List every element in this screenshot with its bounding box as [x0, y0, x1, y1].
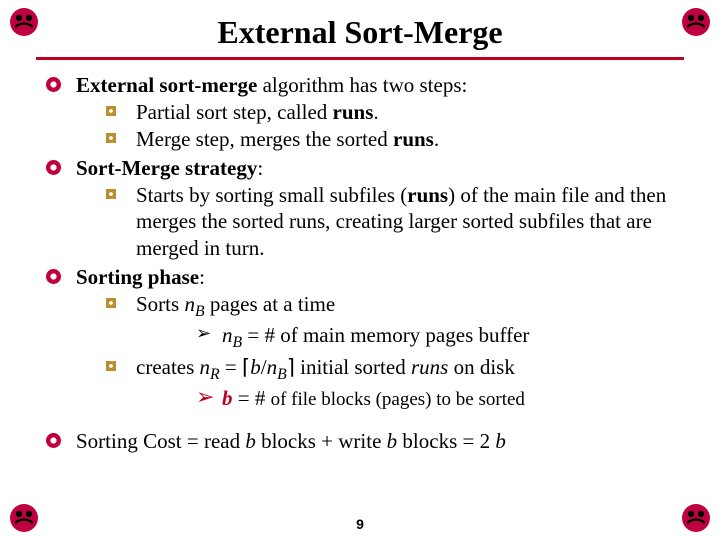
text: :: [199, 265, 205, 289]
decorative-corner-tr: [680, 6, 712, 38]
text: Merge step, merges the sorted: [136, 127, 393, 151]
ceil-left: ⌈: [242, 355, 250, 379]
subbullet-merge-step: Merge step, merges the sorted runs.: [106, 126, 680, 153]
text: Sort-Merge strategy: [76, 156, 257, 180]
text: runs: [333, 100, 374, 124]
text: blocks = 2: [397, 429, 495, 453]
arrow-nb-def: nB = # of main memory pages buffer: [196, 322, 680, 353]
decorative-corner-tl: [8, 6, 40, 38]
subbullet-creates-runs: creates nR = ⌈b/nB⌉ initial sorted runs …: [106, 354, 680, 413]
text: pages at a time: [205, 292, 336, 316]
text: = # of main memory pages buffer: [242, 323, 529, 347]
text: of file blocks (pages) to be sorted: [271, 389, 525, 410]
bullet-strategy: Sort-Merge strategy: Starts by sorting s…: [46, 155, 680, 263]
sub-b: B: [233, 335, 243, 352]
var-b: b: [387, 429, 398, 453]
arrow-b-def: b = # of file blocks (pages) to be sorte…: [196, 385, 680, 412]
text: :: [257, 156, 263, 180]
var-n: n: [222, 323, 233, 347]
text: initial sorted: [295, 355, 411, 379]
text: runs: [411, 355, 448, 379]
var-b: b: [222, 386, 233, 410]
subbullet-sorts-pages: Sorts nB pages at a time nB = # of main …: [106, 291, 680, 354]
var-b: b: [495, 429, 506, 453]
page-title: External Sort-Merge: [0, 0, 720, 57]
subbullet-partial-sort: Partial sort step, called runs.: [106, 99, 680, 126]
text: Sorting phase: [76, 265, 199, 289]
text: Sorts: [136, 292, 184, 316]
text: creates: [136, 355, 200, 379]
text: runs: [407, 183, 448, 207]
ceil-right: ⌉: [287, 355, 295, 379]
page-number: 9: [0, 516, 720, 532]
text: blocks + write: [256, 429, 387, 453]
spacer: [46, 414, 680, 428]
text: algorithm has two steps:: [257, 73, 467, 97]
sub-b: B: [277, 366, 287, 383]
var-b: b: [250, 355, 261, 379]
sub-r: R: [210, 366, 220, 383]
bullet-intro: External sort-merge algorithm has two st…: [46, 72, 680, 153]
subbullet-strategy-body: Starts by sorting small subfiles (runs) …: [106, 182, 680, 263]
text: Sorting Cost = read: [76, 429, 245, 453]
text: runs: [393, 127, 434, 151]
text: .: [373, 100, 378, 124]
var-n: n: [267, 355, 278, 379]
bullet-cost: Sorting Cost = read b blocks + write b b…: [46, 428, 680, 455]
text: on disk: [448, 355, 515, 379]
var-n: n: [184, 292, 195, 316]
bullet-sorting-phase: Sorting phase: Sorts nB pages at a time …: [46, 264, 680, 412]
slide-content: External sort-merge algorithm has two st…: [0, 72, 720, 455]
text: =: [220, 355, 242, 379]
text: External sort-merge: [76, 73, 257, 97]
var-b: b: [245, 429, 256, 453]
title-rule: [36, 57, 684, 60]
sub-b: B: [195, 303, 205, 320]
text: = #: [233, 386, 271, 410]
text: Partial sort step, called: [136, 100, 333, 124]
text: .: [434, 127, 439, 151]
text: Starts by sorting small subfiles (: [136, 183, 407, 207]
var-n: n: [200, 355, 211, 379]
